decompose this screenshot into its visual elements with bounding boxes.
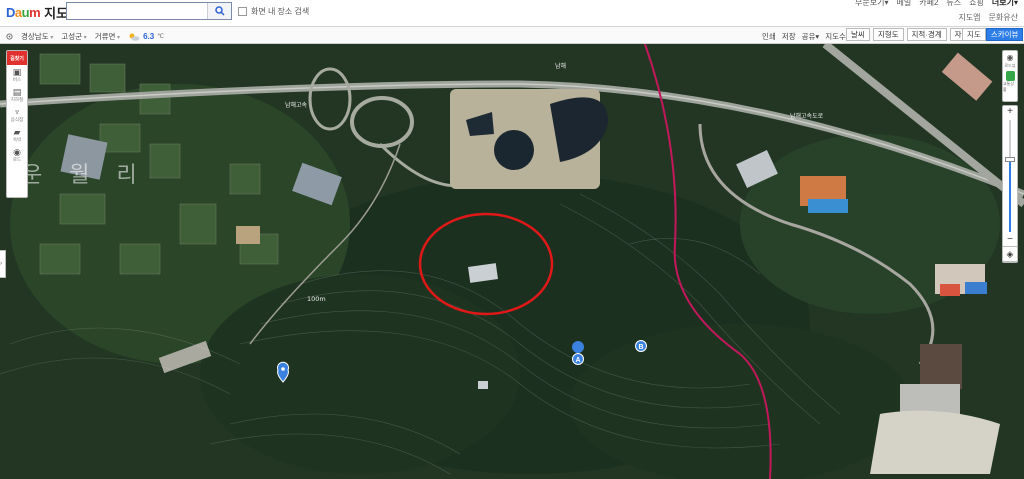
hotel-icon: ▰ <box>13 126 21 137</box>
road-label: 남해고속 <box>285 101 308 109</box>
search-input[interactable] <box>67 3 207 19</box>
road-label: 남해 <box>555 62 566 70</box>
bus-icon: ▣ <box>12 66 22 77</box>
roadview-icon[interactable]: ◉ <box>1007 53 1014 63</box>
in-map-search-label: 화면 내 장소 검색 <box>251 7 310 16</box>
layer-tabs: 날씨 지형도 지적·경계 자전거 <box>846 28 981 41</box>
category-hotel[interactable]: ▰ 숙박 <box>7 125 27 145</box>
cloud-sun-icon <box>129 33 140 41</box>
print-link[interactable]: 인쇄 <box>762 31 776 42</box>
sub-link[interactable]: 문화유산 <box>989 12 1018 23</box>
tab-skyview[interactable]: 스카이뷰 <box>985 28 1024 41</box>
nav-link[interactable]: 부문보기▾ <box>855 0 888 8</box>
weather[interactable]: 6.3 ℃ <box>128 32 164 41</box>
road-label: 남해고속도로 <box>790 112 824 120</box>
roadview-icon: ◉ <box>13 146 21 157</box>
category-label: 버스 <box>12 76 22 82</box>
subway-icon: ▤ <box>12 86 22 97</box>
directions-button[interactable]: 길찾기 <box>7 51 27 65</box>
sub-nav: 지도앱 문화유산 <box>958 12 1018 23</box>
category-label: 지하철 <box>10 96 24 102</box>
view-controls: ◉ 로드뷰 교통상황 <box>1002 50 1018 102</box>
daum-logo[interactable]: Daum 지도 <box>6 4 69 21</box>
compass-icon: ◈ <box>1006 249 1014 259</box>
marker-a-label: A <box>576 357 581 364</box>
category-restaurant[interactable]: ♆ 음식점 <box>7 105 27 125</box>
category-label: 숙박 <box>12 136 22 142</box>
category-label: 음식점 <box>10 116 24 122</box>
breadcrumb-county[interactable]: 고성군 <box>61 31 86 42</box>
map-type-tabs: 지도 스카이뷰 <box>962 28 1024 41</box>
compass-button[interactable]: ◈ <box>1002 246 1018 262</box>
category-label: 로드 <box>12 156 22 162</box>
marker-b-label: B <box>639 344 644 351</box>
location-icon <box>6 33 13 40</box>
search-icon <box>214 6 225 16</box>
tab-map[interactable]: 지도 <box>962 28 986 41</box>
layer-cadastral[interactable]: 지적·경계 <box>906 28 947 41</box>
traffic-icon[interactable] <box>1005 71 1015 81</box>
zoom-fill <box>1009 159 1011 232</box>
service-title: 지도 <box>44 5 69 21</box>
elevation-label: 100m <box>307 295 326 303</box>
nav-link[interactable]: 카페2 <box>919 0 938 8</box>
in-map-search-checkbox[interactable]: 화면 내 장소 검색 <box>238 6 309 17</box>
brand: Daum <box>6 4 41 20</box>
layer-weather[interactable]: 날씨 <box>846 28 870 41</box>
nav-link[interactable]: 뉴스 <box>946 0 961 8</box>
restaurant-icon: ♆ <box>13 106 21 117</box>
weather-unit: ℃ <box>157 34 164 40</box>
category-subway[interactable]: ▤ 지하철 <box>7 85 27 105</box>
save-link[interactable]: 저장 <box>782 31 796 42</box>
nav-link[interactable]: 쇼핑 <box>969 0 984 8</box>
map-toolbar: 경상남도 고성군 거류면 6.3℃ 인쇄 저장 공유▾ 지도수정 날씨 지형도 … <box>0 27 1024 44</box>
search-button[interactable] <box>207 3 231 19</box>
tool-links: 인쇄 저장 공유▾ 지도수정 <box>762 31 853 42</box>
top-nav: 부문보기▾ 메일 카페2 뉴스 쇼핑 더보기▾ <box>855 0 1018 8</box>
checkbox-box <box>238 7 247 16</box>
side-panel-toggle[interactable]: › <box>0 250 6 278</box>
breadcrumb: 경상남도 고성군 거류면 6.3℃ <box>6 31 164 42</box>
marker-b[interactable]: B <box>635 340 647 352</box>
header: Daum 지도 화면 내 장소 검색 부문보기▾ 메일 카페2 뉴스 쇼핑 더보… <box>0 0 1024 27</box>
zoom-handle[interactable] <box>1005 157 1015 163</box>
area-label: 운 월 리 <box>22 163 147 188</box>
traffic-label: 교통상황 <box>1003 81 1015 92</box>
satellite-map[interactable]: 남해고속 남해고속도로 남해 A B 100m 운 월 리 <box>0 44 1024 479</box>
share-link[interactable]: 공유▾ <box>802 31 820 42</box>
category-bus[interactable]: ▣ 버스 <box>7 65 27 85</box>
category-roadview[interactable]: ◉ 로드 <box>7 145 27 165</box>
nav-link[interactable]: 더보기▾ <box>992 0 1018 8</box>
roadview-label: 로드뷰 <box>1004 63 1016 68</box>
nav-link[interactable]: 메일 <box>897 0 912 8</box>
weather-value: 6.3 <box>143 32 155 41</box>
zoom-control: + − ◎ <box>1002 105 1018 263</box>
layer-terrain[interactable]: 지형도 <box>872 28 904 41</box>
sub-link[interactable]: 지도앱 <box>958 12 980 23</box>
category-panel: 길찾기 ▣ 버스 ▤ 지하철 ♆ 음식점 ▰ 숙박 ◉ 로드 <box>6 50 28 198</box>
satellite-imagery[interactable]: 남해고속 남해고속도로 남해 A B 100m <box>0 44 1024 479</box>
zoom-out-button[interactable]: − <box>1003 234 1017 246</box>
zoom-in-button[interactable]: + <box>1003 106 1017 118</box>
breadcrumb-province[interactable]: 경상남도 <box>21 31 53 42</box>
breadcrumb-town[interactable]: 거류면 <box>95 31 120 42</box>
search-box <box>66 2 232 20</box>
